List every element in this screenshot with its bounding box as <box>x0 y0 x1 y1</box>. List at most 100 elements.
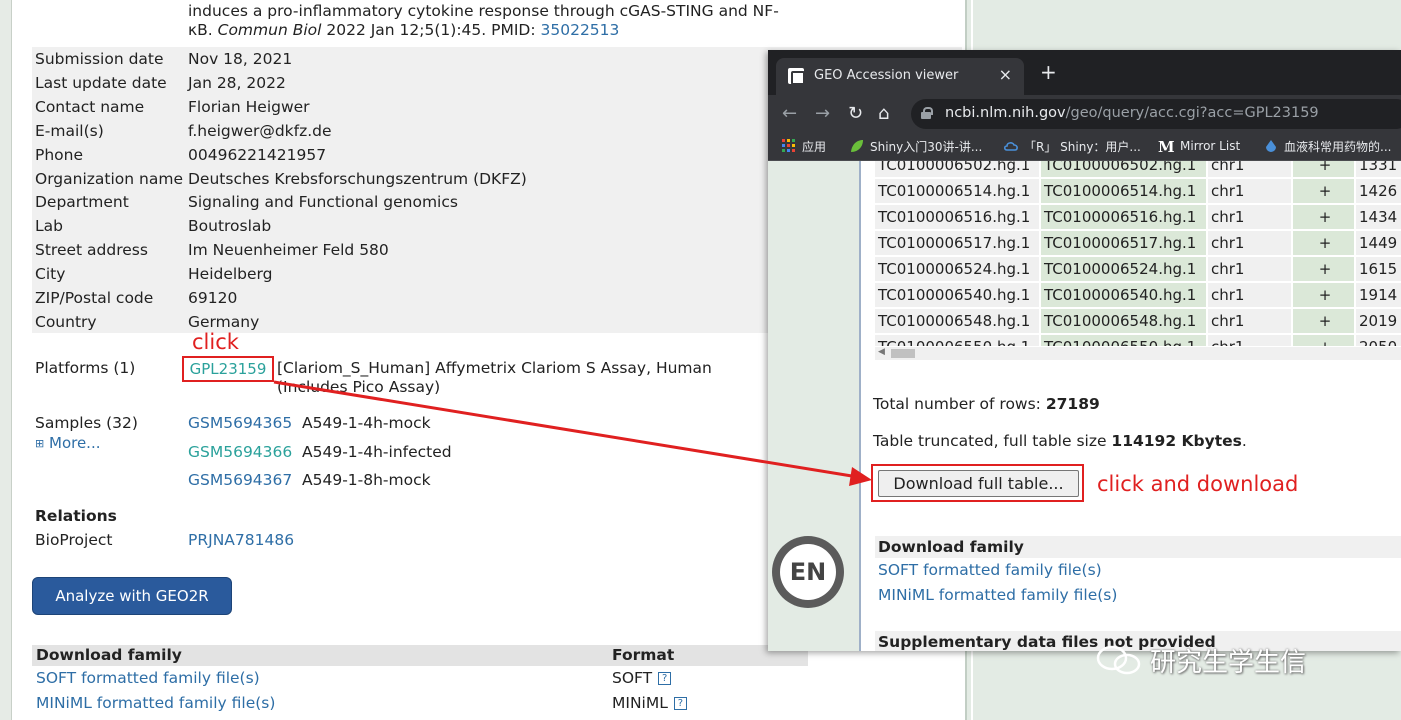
url-path: /geo/query/acc.cgi?acc=GPL23159 <box>1065 105 1319 121</box>
bookmark-label: Shiny入门30讲-讲... <box>870 140 983 154</box>
lock-icon <box>921 107 933 119</box>
left-page-margin <box>0 0 12 720</box>
cell-strand: + <box>1293 283 1354 307</box>
cell-start: 2019 <box>1356 309 1401 333</box>
leaf-icon <box>851 140 863 152</box>
forward-arrow-icon[interactable]: → <box>815 104 830 124</box>
analyze-geo2r-button[interactable]: Analyze with GEO2R <box>32 577 232 615</box>
bookmarks-bar: 应用 Shiny入门30讲-讲... 「R」 Shiny：用户... M Mirr… <box>768 133 1401 161</box>
cell-start: 1615 <box>1356 257 1401 281</box>
cell-id: TC0100006502.hg.1 <box>875 161 1039 177</box>
bookmark-apps[interactable]: 应用 <box>782 138 826 155</box>
sample-row: GSM5694367 A549-1-8h-mock <box>188 471 431 489</box>
info-value: Florian Heigwer <box>188 97 310 116</box>
bookmark-mirror-list[interactable]: M Mirror List <box>1158 138 1240 156</box>
cell-chrom: chr1 <box>1208 283 1291 307</box>
info-key: Lab <box>35 217 63 236</box>
samples-more-link[interactable]: ⊞ More... <box>35 434 101 452</box>
cell-strand: + <box>1293 161 1354 177</box>
cloud-icon <box>1004 142 1018 151</box>
watermark-text: 研究生学生信 <box>1150 648 1307 678</box>
sample-title: A549-1-4h-mock <box>302 414 431 432</box>
bookmark-shiny-course[interactable]: Shiny入门30讲-讲... <box>850 138 982 155</box>
apps-grid-icon <box>782 139 795 152</box>
truncated-end: . <box>1241 432 1247 450</box>
soft-family-link[interactable]: SOFT formatted family file(s) <box>878 561 1102 579</box>
scroll-left-icon[interactable]: ◀ <box>878 347 885 357</box>
series-summary: induces a pro-inflammatory cytokine resp… <box>188 2 828 40</box>
cell-chrom: chr1 <box>1208 257 1291 281</box>
format-cell: MINiML? <box>612 694 687 712</box>
pmid-link[interactable]: 35022513 <box>541 21 620 39</box>
expand-plus-icon: ⊞ <box>35 437 45 450</box>
new-tab-icon[interactable]: + <box>1040 62 1057 82</box>
cell-id: TC0100006550.hg.1 <box>875 335 1039 346</box>
sample-row: GSM5694366 A549-1-4h-infected <box>188 443 452 461</box>
bookmark-r-shiny[interactable]: 「R」 Shiny：用户... <box>1004 138 1141 155</box>
cell-strand: + <box>1293 257 1354 281</box>
info-key: Submission date <box>35 50 164 68</box>
download-family-heading: Download family <box>875 536 1401 558</box>
bookmark-blood-drugs[interactable]: 血液科常用药物的... <box>1264 138 1391 155</box>
total-rows-text: Total number of rows: 27189 <box>873 395 1100 413</box>
info-value: Deutsches Krebsforschungszentrum (DKFZ) <box>188 169 527 188</box>
bioproject-link[interactable]: PRJNA781486 <box>188 531 294 549</box>
ncbi-favicon-icon <box>788 68 805 85</box>
soft-family-link[interactable]: SOFT formatted family file(s) <box>36 669 260 687</box>
cell-id: TC0100006540.hg.1 <box>875 283 1039 307</box>
relations-heading: Relations <box>35 507 117 525</box>
summary-line2-post: 2022 Jan 12;5(1):45. PMID: <box>321 21 541 39</box>
scrollbar-thumb[interactable] <box>891 349 915 358</box>
help-icon[interactable]: ? <box>673 697 687 710</box>
wechat-logo-icon <box>1096 645 1141 675</box>
reload-icon[interactable]: ↻ <box>848 104 863 124</box>
cell-id: TC0100006548.hg.1 <box>875 309 1039 333</box>
info-key: Contact name <box>35 97 145 116</box>
content-left-margin: EN <box>768 161 861 651</box>
cell-id: TC0100006514.hg.1 <box>875 179 1039 203</box>
cell-strand: + <box>1293 205 1354 229</box>
horizontal-scrollbar[interactable]: ◀ <box>875 347 1401 360</box>
tab-geo-accession[interactable]: GEO Accession viewer × <box>776 58 1024 95</box>
sample-acc-link[interactable]: GSM5694367 <box>188 471 292 489</box>
url-host: ncbi.nlm.nih.gov <box>945 105 1066 121</box>
cell-id: TC0100006524.hg.1 <box>875 257 1039 281</box>
download-full-table-button[interactable]: Download full table... <box>878 470 1079 497</box>
sample-acc-link[interactable]: GSM5694366 <box>188 443 292 461</box>
sample-acc-link[interactable]: GSM5694365 <box>188 414 292 432</box>
tab-strip: GEO Accession viewer × + <box>768 50 1401 95</box>
cell-spot-id: TC0100006516.hg.1 <box>1041 205 1206 229</box>
platform-link-gpl23159[interactable]: GPL23159 <box>182 356 274 382</box>
language-badge[interactable]: EN <box>772 536 844 608</box>
cell-spot-id: TC0100006514.hg.1 <box>1041 179 1206 203</box>
miniml-family-link[interactable]: MINiML formatted family file(s) <box>878 586 1117 604</box>
sample-title: A549-1-4h-infected <box>302 443 452 461</box>
email-link[interactable]: f.heigwer@dkfz.de <box>188 119 332 143</box>
info-key: Last update date <box>35 73 167 92</box>
miniml-family-link[interactable]: MINiML formatted family file(s) <box>36 694 275 712</box>
sample-row: GSM5694365 A549-1-4h-mock <box>188 414 431 432</box>
tab-close-icon[interactable]: × <box>999 65 1012 84</box>
info-value: Boutroslab <box>188 217 272 236</box>
address-bar[interactable]: ncbi.nlm.nih.gov/geo/query/acc.cgi?acc=G… <box>911 99 1401 129</box>
cell-start: 1426 <box>1356 179 1401 203</box>
info-key: Phone <box>35 145 84 164</box>
download-button-highlight: Download full table... <box>871 464 1084 502</box>
browser-window: GEO Accession viewer × + ← → ↻ ⌂ ncbi.nl… <box>768 50 1401 651</box>
summary-line1: induces a pro-inflammatory cytokine resp… <box>188 2 779 20</box>
home-icon[interactable]: ⌂ <box>878 104 889 124</box>
info-key: City <box>35 265 66 284</box>
help-icon[interactable]: ? <box>658 672 672 685</box>
download-row: SOFT formatted family file(s) SOFT? <box>32 669 808 693</box>
cell-chrom: chr1 <box>1208 335 1291 346</box>
cell-chrom: chr1 <box>1208 309 1291 333</box>
cell-chrom: chr1 <box>1208 179 1291 203</box>
info-key: Organization name <box>35 169 183 188</box>
format-label: MINiML <box>612 694 668 712</box>
cell-spot-id: TC0100006550.hg.1 <box>1041 335 1206 346</box>
info-value: Nov 18, 2021 <box>188 50 293 68</box>
back-arrow-icon[interactable]: ← <box>782 104 797 124</box>
tab-title: GEO Accession viewer <box>814 68 959 83</box>
col-download-family: Download family <box>36 646 182 664</box>
cell-strand: + <box>1293 231 1354 255</box>
